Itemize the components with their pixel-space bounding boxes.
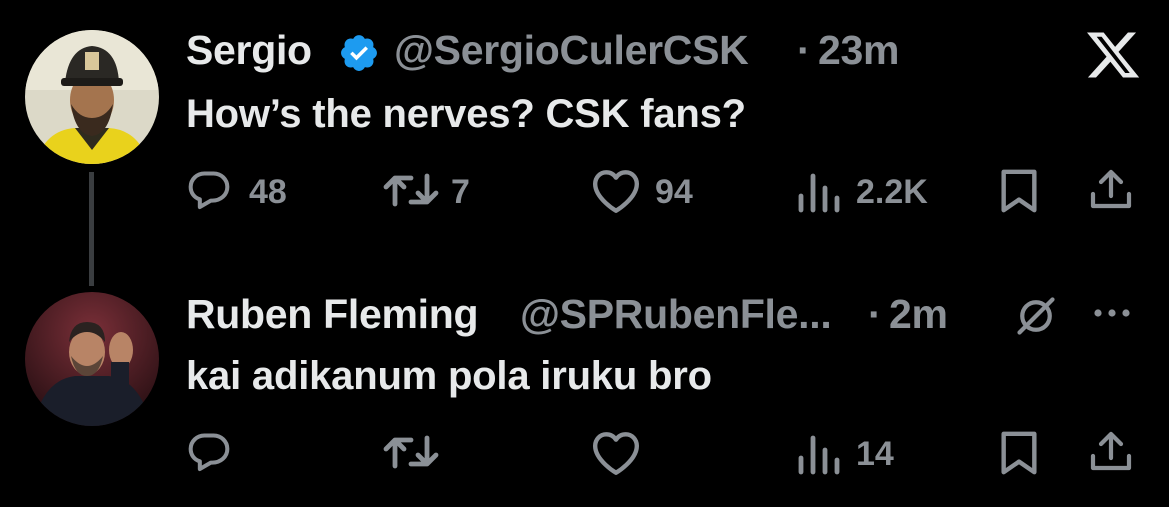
avatar-ruben-fleming[interactable]	[25, 292, 159, 426]
more-icon[interactable]	[1090, 306, 1134, 320]
reply-icon[interactable]	[186, 430, 232, 474]
views-count: 14	[856, 435, 894, 473]
like-icon[interactable]	[591, 168, 641, 214]
reply-count: 48	[249, 173, 287, 211]
dot-separator: ·	[868, 291, 882, 337]
like-count: 94	[655, 173, 693, 211]
like-icon[interactable]	[591, 430, 641, 476]
bookmark-icon[interactable]	[999, 430, 1039, 476]
user-handle[interactable]: @SergioCulerCSK	[394, 27, 749, 74]
tweet-text: How’s the nerves? CSK fans?	[186, 92, 746, 136]
retweet-icon[interactable]	[383, 168, 439, 212]
verified-badge-icon	[338, 32, 380, 74]
avatar-sergio[interactable]	[25, 30, 159, 164]
views-count: 2.2K	[856, 173, 928, 211]
tweet-text: kai adikanum pola iruku bro	[186, 354, 712, 398]
timestamp[interactable]: 23m	[818, 27, 899, 74]
views-icon[interactable]	[797, 432, 841, 476]
retweet-icon[interactable]	[383, 430, 439, 474]
timestamp[interactable]: 2m	[889, 291, 948, 338]
retweet-count: 7	[451, 173, 470, 211]
reply-icon[interactable]	[186, 168, 232, 212]
x-logo-icon[interactable]	[1087, 32, 1141, 78]
user-handle[interactable]: @SPRubenFle...	[520, 291, 832, 338]
share-icon[interactable]	[1087, 428, 1135, 476]
dot-separator: ·	[797, 27, 811, 73]
thread-connector-line	[89, 172, 94, 286]
share-icon[interactable]	[1087, 166, 1135, 214]
bookmark-icon[interactable]	[999, 168, 1039, 214]
views-icon[interactable]	[797, 170, 841, 214]
display-name[interactable]: Ruben Fleming	[186, 291, 479, 338]
grok-icon[interactable]	[1014, 294, 1058, 338]
display-name[interactable]: Sergio	[186, 27, 312, 74]
